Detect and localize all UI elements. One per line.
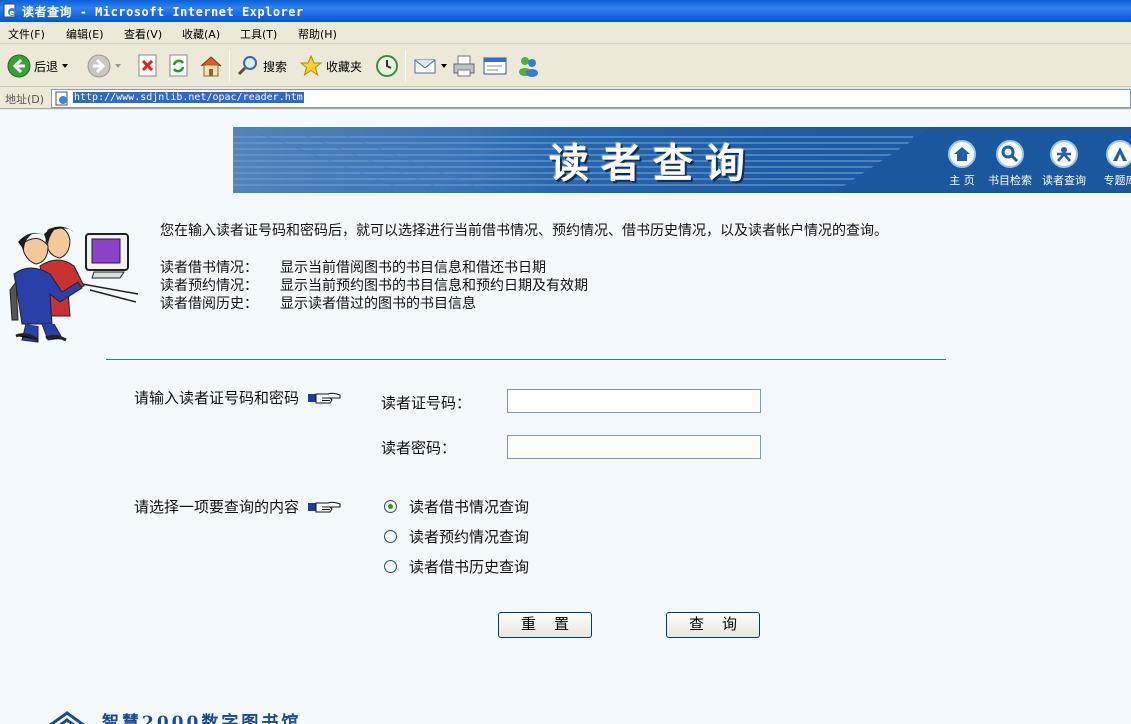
stop-icon [138,54,157,77]
back-dropdown-icon[interactable] [62,64,69,68]
refresh-icon [169,54,188,77]
window-title: 读者查询 - Microsoft Internet Explorer [22,5,304,19]
menu-bar: 文件(F) 编辑(E) 查看(V) 收藏(A) 工具(T) 帮助(H) [0,22,1131,44]
intro-text: 您在输入读者证号码和密码后，就可以选择进行当前借书情况、预约情况、借书历史情况，… [160,223,888,239]
history-icon [376,55,398,77]
back-arrow-icon [7,54,31,78]
desc-value: 显示当前借阅图书的书目信息和借还书日期 [280,260,546,276]
stop-button[interactable] [137,52,159,80]
desc-value: 显示读者借过的图书的书目信息 [280,296,476,312]
nav-catalog-search[interactable]: 书目检索 [981,138,1039,190]
card-number-input[interactable] [507,389,761,413]
home-icon [200,56,222,77]
menu-view[interactable]: 查看(V) [124,26,162,42]
nav-reader-query-label: 读者查询 [1042,174,1086,187]
password-input[interactable] [507,435,761,459]
divider [106,359,946,360]
menu-file[interactable]: 文件(F) [8,26,45,42]
back-button[interactable]: 后退 [7,52,69,80]
search-icon [237,56,257,76]
radio-button[interactable] [384,529,397,543]
forward-dropdown-icon[interactable] [115,64,121,68]
pointing-hand-icon [308,392,341,403]
window-titlebar: e 读者查询 - Microsoft Internet Explorer [0,0,1131,22]
favorites-label: 收藏夹 [326,59,363,74]
address-url[interactable]: http://www.sdjnlib.net/opac/reader.htm [73,92,304,103]
page-content: 读者查询 主 页 书目检索 读者查询 专题库 [0,110,1131,724]
toolbar-separator [405,51,406,81]
magnifier-icon [996,140,1024,168]
messenger-button[interactable] [516,52,540,80]
pointing-hand-icon [308,501,341,512]
desc-value: 显示当前预约图书的书目信息和预约日期及有效期 [280,278,588,294]
toolbar: 后退 搜索 收藏夹 [0,45,1131,87]
nav-topic-library-label: 专题库 [1103,174,1131,187]
history-button[interactable] [375,52,399,80]
option-borrow-history[interactable]: 读者借书历史查询 [384,556,529,576]
reset-button[interactable]: 重置 [498,612,592,638]
toolbar-separator [229,51,230,81]
address-label: 地址(D) [5,93,45,106]
nav-catalog-search-label: 书目检索 [988,174,1032,187]
menu-tools[interactable]: 工具(T) [240,26,277,42]
search-label: 搜索 [263,59,288,74]
library-logo-icon [48,710,86,724]
card-number-label: 读者证号码： [381,394,472,412]
address-input[interactable]: http://www.sdjnlib.net/opac/reader.htm [51,89,1131,108]
desc-key: 读者借书情况： [160,260,258,276]
desc-reservation-status: 读者预约情况： 显示当前预约图书的书目信息和预约日期及有效期 [160,277,588,295]
banner-title: 读者查询 [549,141,757,187]
messenger-icon [519,57,538,77]
option-label: 读者借书历史查询 [409,557,530,576]
footer-brand: 智慧2000数字图书馆 [102,713,302,724]
topic-icon [1106,140,1131,168]
desc-key: 读者预约情况： [160,278,258,294]
mail-icon [414,59,436,74]
menu-favorites[interactable]: 收藏(A) [182,26,220,42]
forward-arrow-icon [87,54,111,78]
desc-borrow-status: 读者借书情况： 显示当前借阅图书的书目信息和借还书日期 [160,259,546,277]
menu-help[interactable]: 帮助(H) [298,26,337,42]
query-prompt-text: 请选择一项要查询的内容 [134,498,300,516]
nav-topic-library[interactable]: 专题库 [1091,138,1131,190]
mail-dropdown-icon[interactable] [441,64,447,68]
star-icon [299,54,323,77]
edit-page-icon [483,57,507,75]
option-label: 读者借书情况查询 [409,497,530,516]
favorites-button[interactable]: 收藏夹 [299,52,362,80]
header-banner: 读者查询 主 页 书目检索 读者查询 专题库 [233,127,1131,193]
address-bar: 地址(D) http://www.sdjnlib.net/opac/reader… [0,88,1131,109]
back-label: 后退 [34,59,59,74]
desc-borrow-history: 读者借阅历史： 显示读者借过的图书的书目信息 [160,295,476,313]
footer-logo: 智慧2000数字图书馆 [40,708,301,724]
option-label: 读者预约情况查询 [409,527,530,546]
credentials-prompt: 请输入读者证号码和密码 [134,387,342,408]
radio-button[interactable] [384,559,397,573]
submit-query-button[interactable]: 查询 [666,612,760,638]
edit-button[interactable] [483,52,507,80]
reader-at-computer-illustration [9,226,139,343]
print-button[interactable] [452,52,476,80]
home-icon [948,140,976,168]
ie-page-icon [55,91,68,106]
query-prompt: 请选择一项要查询的内容 [134,496,342,517]
home-button[interactable] [199,52,223,80]
ie-page-icon: e [3,3,16,18]
credentials-prompt-text: 请输入读者证号码和密码 [134,389,300,407]
radio-button-checked[interactable] [384,499,397,513]
nav-reader-query[interactable]: 读者查询 [1035,138,1093,190]
mail-button[interactable] [413,52,447,80]
forward-button[interactable] [87,52,121,80]
menu-edit[interactable]: 编辑(E) [66,26,104,42]
reader-icon [1050,140,1078,168]
refresh-button[interactable] [168,52,190,80]
option-borrow-status[interactable]: 读者借书情况查询 [384,496,529,516]
password-label: 读者密码： [381,439,457,457]
option-reservation-status[interactable]: 读者预约情况查询 [384,526,529,546]
printer-icon [453,55,475,77]
desc-key: 读者借阅历史： [160,296,258,312]
search-button[interactable]: 搜索 [236,52,287,80]
svg-text:e: e [10,9,15,17]
